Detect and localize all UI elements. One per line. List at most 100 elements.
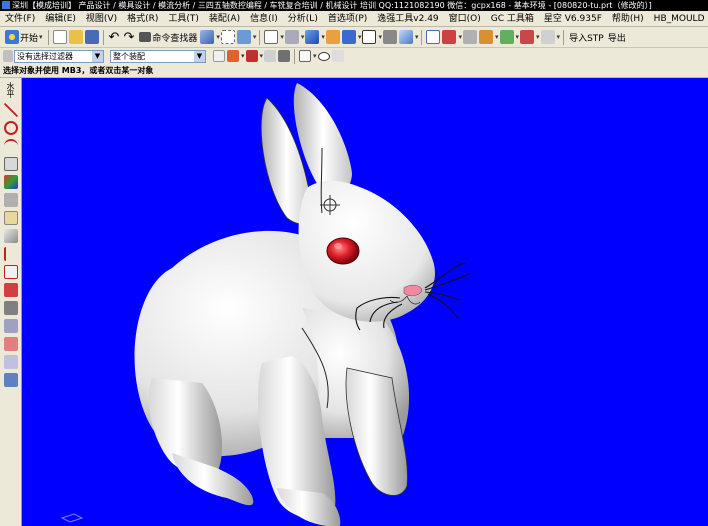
selection-filter-value: 没有选择过滤器 bbox=[17, 51, 73, 61]
sketch-icon[interactable] bbox=[3, 301, 18, 315]
edit-icon[interactable] bbox=[3, 337, 18, 351]
cursor-icon[interactable] bbox=[299, 50, 312, 62]
menu-info[interactable]: 信息(I) bbox=[245, 11, 283, 26]
coordinate-icon[interactable] bbox=[3, 247, 18, 261]
shaded-cube-icon[interactable] bbox=[305, 30, 320, 44]
snap-icon[interactable] bbox=[479, 30, 493, 44]
circle-icon[interactable] bbox=[3, 121, 18, 135]
chevron-down-icon[interactable]: ▾ bbox=[216, 33, 220, 41]
undo-button[interactable]: ↶ bbox=[107, 28, 122, 46]
menu-yiqiang-tools[interactable]: 逸强工具v2.49 bbox=[372, 11, 443, 26]
menu-analysis[interactable]: 分析(L) bbox=[283, 11, 323, 26]
rotate-view-icon[interactable] bbox=[284, 30, 299, 44]
toolbar-separator bbox=[259, 29, 261, 45]
chevron-down-icon[interactable]: ▾ bbox=[378, 33, 382, 41]
analysis-icon[interactable] bbox=[3, 355, 18, 369]
new-file-icon[interactable] bbox=[52, 30, 67, 44]
render-icon[interactable] bbox=[3, 373, 18, 387]
point-icon[interactable] bbox=[264, 50, 277, 62]
chevron-down-icon[interactable]: ▾ bbox=[415, 33, 419, 41]
filter-icon[interactable] bbox=[245, 50, 258, 62]
toolbar-separator bbox=[563, 29, 565, 45]
color-palette-icon[interactable] bbox=[3, 175, 18, 189]
menu-icon[interactable] bbox=[3, 50, 13, 62]
open-folder-icon[interactable] bbox=[68, 30, 83, 44]
menu-gc-toolbox[interactable]: GC 工具箱 bbox=[486, 11, 539, 26]
selection-scope-select[interactable]: 整个装配 ▼ bbox=[110, 49, 206, 63]
dimension-icon[interactable] bbox=[540, 30, 555, 44]
chevron-down-icon[interactable]: ▾ bbox=[536, 33, 540, 41]
section-icon[interactable] bbox=[520, 30, 535, 44]
start-button[interactable]: 开始 ▾ bbox=[2, 28, 45, 46]
brush-icon[interactable] bbox=[325, 30, 340, 44]
layer-icon[interactable] bbox=[3, 193, 18, 207]
graphics-viewport[interactable] bbox=[22, 78, 708, 526]
save-icon[interactable] bbox=[84, 30, 99, 44]
chevron-down-icon[interactable]: ▾ bbox=[301, 33, 305, 41]
menu-edit[interactable]: 编辑(E) bbox=[40, 11, 81, 26]
line-icon[interactable] bbox=[3, 103, 18, 117]
menu-bar: 文件(F) 编辑(E) 视图(V) 格式(R) 工具(T) 装配(A) 信息(I) 分析(L)… bbox=[0, 11, 708, 27]
export-stp-button[interactable]: 导出 bbox=[606, 28, 628, 46]
menu-xingkong[interactable]: 星空 V6.935F bbox=[539, 11, 607, 26]
chevron-down-icon[interactable]: ▾ bbox=[321, 33, 325, 41]
measure-icon[interactable] bbox=[3, 283, 18, 297]
target-icon[interactable] bbox=[227, 50, 239, 62]
view-triad-icon bbox=[60, 513, 84, 523]
cube-icon[interactable] bbox=[3, 229, 18, 243]
chevron-down-icon[interactable]: ▾ bbox=[557, 33, 561, 41]
display-icon[interactable] bbox=[3, 211, 18, 225]
menu-window[interactable]: 窗口(O) bbox=[444, 11, 486, 26]
binoculars-icon bbox=[139, 32, 152, 42]
feature-icon[interactable] bbox=[3, 319, 18, 333]
left-toolbar-group-label: 水平 bbox=[6, 82, 15, 98]
light-icon[interactable] bbox=[341, 30, 356, 44]
menu-hb-mould[interactable]: HB_MOULD M6.6 bbox=[649, 11, 708, 26]
frame-icon[interactable] bbox=[362, 30, 377, 44]
chevron-down-icon[interactable]: ▾ bbox=[253, 33, 257, 41]
chevron-down-icon[interactable]: ▾ bbox=[358, 33, 362, 41]
command-finder-label: 命令查找器 bbox=[152, 33, 198, 44]
menu-view[interactable]: 视图(V) bbox=[81, 11, 122, 26]
window-icon[interactable] bbox=[426, 30, 441, 44]
chevron-down-icon[interactable]: ▾ bbox=[260, 52, 264, 60]
chevron-down-icon[interactable]: ▾ bbox=[241, 52, 245, 60]
chevron-down-icon: ▾ bbox=[39, 33, 43, 41]
menu-assembly[interactable]: 装配(A) bbox=[204, 11, 245, 26]
chevron-down-icon[interactable]: ▾ bbox=[495, 33, 499, 41]
selection-filter-select[interactable]: 没有选择过滤器 ▼ bbox=[14, 49, 104, 63]
settings-icon[interactable] bbox=[278, 50, 291, 62]
toolbar-separator bbox=[47, 29, 49, 45]
menu-file[interactable]: 文件(F) bbox=[0, 11, 40, 26]
coordinate-icon[interactable] bbox=[442, 30, 457, 44]
import-stp-button[interactable]: 导入STP bbox=[567, 28, 606, 46]
measure-icon[interactable] bbox=[463, 30, 477, 44]
lasso-icon[interactable] bbox=[331, 50, 344, 62]
layer-icon[interactable] bbox=[382, 30, 397, 44]
menu-preferences[interactable]: 首选项(P) bbox=[323, 11, 372, 26]
rabbit-eye[interactable] bbox=[326, 237, 360, 265]
menu-tools[interactable]: 工具(T) bbox=[163, 11, 204, 26]
menu-format[interactable]: 格式(R) bbox=[122, 11, 163, 26]
refresh-icon[interactable] bbox=[236, 30, 251, 44]
chevron-down-icon[interactable]: ▾ bbox=[516, 33, 520, 41]
fit-view-icon[interactable] bbox=[264, 30, 279, 44]
chevron-down-icon[interactable]: ▾ bbox=[458, 33, 462, 41]
dimension-icon[interactable] bbox=[3, 265, 18, 279]
trim-icon[interactable] bbox=[3, 157, 18, 171]
menu-help[interactable]: 帮助(H) bbox=[607, 11, 649, 26]
rabbit-model[interactable] bbox=[22, 78, 708, 526]
selection-toolbar: 没有选择过滤器 ▼ 整个装配 ▼ ▾ ▾ ▾ bbox=[0, 48, 708, 64]
part-cube-icon[interactable] bbox=[398, 30, 413, 44]
redo-button[interactable]: ↷ bbox=[121, 28, 136, 46]
toolbar-separator bbox=[421, 29, 423, 45]
command-finder-button[interactable]: 命令查找器 bbox=[136, 28, 199, 46]
analysis-icon[interactable] bbox=[499, 30, 514, 44]
chevron-down-icon[interactable]: ▾ bbox=[280, 33, 284, 41]
select-icon[interactable] bbox=[220, 30, 235, 44]
cube-icon[interactable] bbox=[200, 30, 215, 44]
chevron-down-icon[interactable]: ▾ bbox=[313, 52, 317, 60]
arc-icon[interactable] bbox=[3, 139, 18, 153]
eye-icon[interactable] bbox=[317, 51, 330, 61]
snap-point-icon[interactable] bbox=[213, 50, 225, 62]
